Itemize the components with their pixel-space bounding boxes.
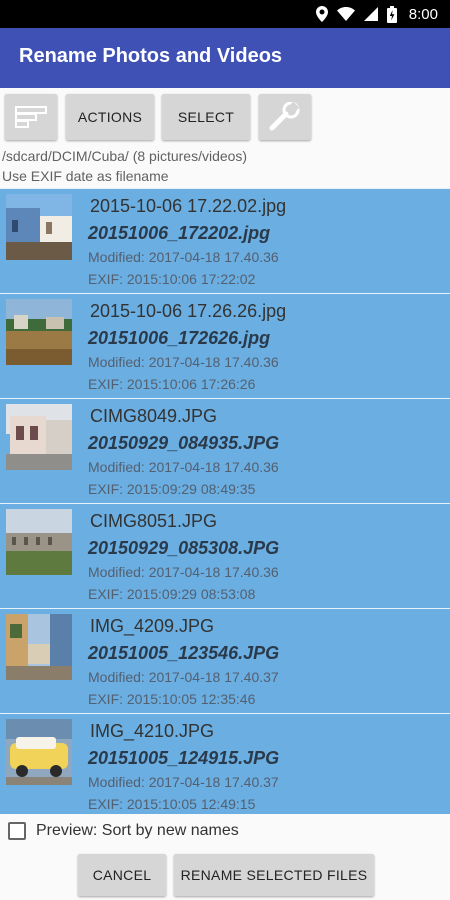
- file-thumbnail: [6, 509, 72, 575]
- wifi-icon: [336, 7, 355, 21]
- wrench-icon: [269, 102, 300, 131]
- modified-date: Modified: 2017-04-18 17.40.37: [88, 669, 279, 685]
- new-filename: 20151006_172626.jpg: [88, 328, 271, 348]
- battery-icon: [386, 5, 397, 23]
- exif-date: EXIF: 2015:09:29 08:53:08: [88, 586, 256, 602]
- modified-date: Modified: 2017-04-18 17.40.36: [88, 249, 279, 265]
- folder-path: /sdcard/DCIM/Cuba/ (8 pictures/videos): [2, 148, 248, 164]
- sort-icon: [15, 106, 47, 128]
- cancel-button[interactable]: CANCEL: [78, 854, 166, 896]
- original-filename: 2015-10-06 17.26.26.jpg: [90, 301, 287, 321]
- app-bar: Rename Photos and Videos: [0, 28, 450, 88]
- settings-button[interactable]: [259, 94, 311, 140]
- file-row[interactable]: CIMG8049.JPG 20150929_084935.JPG Modifie…: [0, 398, 450, 503]
- original-filename: 2015-10-06 17.22.02.jpg: [90, 196, 287, 216]
- new-filename: 20151005_124915.JPG: [88, 748, 280, 768]
- original-filename: CIMG8049.JPG: [90, 406, 218, 426]
- rename-mode: Use EXIF date as filename: [2, 168, 169, 184]
- modified-date: Modified: 2017-04-18 17.40.36: [88, 354, 279, 370]
- file-thumbnail: [6, 719, 72, 785]
- cell-signal-icon: [363, 7, 378, 21]
- status-icons: 8:00: [315, 5, 438, 23]
- file-row[interactable]: CIMG8051.JPG 20150929_085308.JPG Modifie…: [0, 503, 450, 608]
- sort-button[interactable]: [5, 94, 57, 140]
- file-thumbnail: [6, 614, 72, 680]
- location-icon: [315, 6, 328, 22]
- exif-date: EXIF: 2015:10:05 12:35:46: [88, 691, 256, 707]
- select-button[interactable]: SELECT: [162, 94, 250, 140]
- file-thumbnail: [6, 404, 72, 470]
- rename-selected-files-button[interactable]: RENAME SELECTED FILES: [174, 854, 374, 896]
- original-filename: IMG_4210.JPG: [90, 721, 215, 741]
- actions-button[interactable]: ACTIONS: [66, 94, 154, 140]
- status-bar: 8:00: [0, 0, 450, 28]
- modified-date: Modified: 2017-04-18 17.40.36: [88, 459, 279, 475]
- original-filename: CIMG8051.JPG: [90, 511, 218, 531]
- preview-checkbox[interactable]: [8, 822, 26, 840]
- file-row[interactable]: IMG_4210.JPG 20151005_124915.JPG Modifie…: [0, 713, 450, 814]
- original-filename: IMG_4209.JPG: [90, 616, 215, 636]
- exif-date: EXIF: 2015:10:06 17:26:26: [88, 376, 256, 392]
- new-filename: 20150929_085308.JPG: [88, 538, 280, 558]
- modified-date: Modified: 2017-04-18 17.40.37: [88, 774, 279, 790]
- modified-date: Modified: 2017-04-18 17.40.36: [88, 564, 279, 580]
- toolbar: ACTIONS SELECT: [0, 88, 450, 146]
- new-filename: 20151006_172202.jpg: [88, 223, 271, 243]
- status-time: 8:00: [408, 5, 438, 23]
- exif-date: EXIF: 2015:09:29 08:49:35: [88, 481, 256, 497]
- exif-date: EXIF: 2015:10:06 17:22:02: [88, 271, 256, 287]
- preview-sort-option[interactable]: Preview: Sort by new names: [8, 820, 239, 842]
- new-filename: 20150929_084935.JPG: [88, 433, 280, 453]
- file-thumbnail: [6, 194, 72, 260]
- file-list[interactable]: 2015-10-06 17.22.02.jpg 20151006_172202.…: [0, 188, 450, 814]
- exif-date: EXIF: 2015:10:05 12:49:15: [88, 796, 256, 812]
- file-row[interactable]: IMG_4209.JPG 20151005_123546.JPG Modifie…: [0, 608, 450, 713]
- file-row[interactable]: 2015-10-06 17.22.02.jpg 20151006_172202.…: [0, 188, 450, 293]
- file-thumbnail: [6, 299, 72, 365]
- new-filename: 20151005_123546.JPG: [88, 643, 280, 663]
- app-title: Rename Photos and Videos: [19, 45, 283, 67]
- preview-label: Preview: Sort by new names: [36, 822, 239, 839]
- file-row[interactable]: 2015-10-06 17.26.26.jpg 20151006_172626.…: [0, 293, 450, 398]
